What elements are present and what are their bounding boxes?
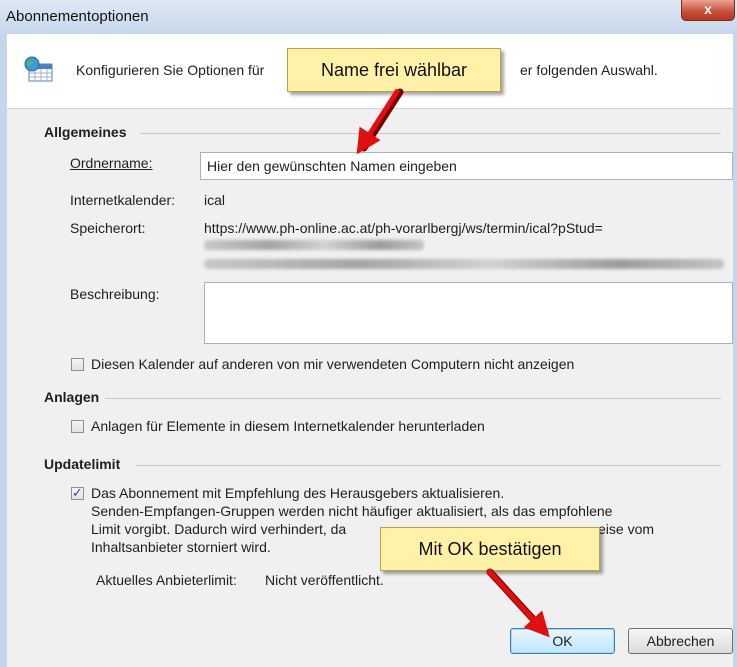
arrow-shadow-name [360,88,404,152]
dialog-window: Abonnementoptionen x Konfigurieren Sie O… [0,0,737,667]
annotation-arrows [356,88,550,638]
arrow-to-folder-name [356,88,401,155]
arrow-to-ok-button [486,568,550,638]
